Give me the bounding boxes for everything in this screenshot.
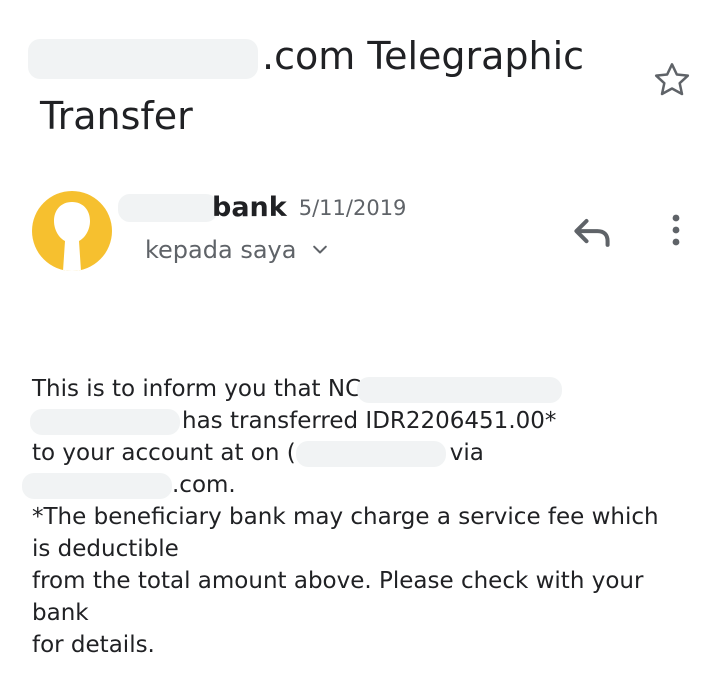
body-text: via	[449, 440, 484, 466]
subject-line-2: Transfer	[40, 94, 193, 138]
body-line: .com.	[22, 469, 692, 501]
body-line: from the total amount above. Please chec…	[32, 568, 644, 594]
person-silhouette-icon	[54, 202, 90, 271]
sender-name[interactable]: bank	[212, 192, 287, 223]
body-text: to your account at on (	[32, 440, 296, 466]
body-line: has transferred IDR2206451.00*	[30, 405, 692, 437]
body-line: *The beneficiary bank may charge a servi…	[32, 504, 659, 530]
star-icon[interactable]	[652, 60, 692, 100]
email-date: 5/11/2019	[298, 195, 407, 220]
recipient-label: kepada saya	[145, 236, 297, 264]
redacted-area	[295, 440, 446, 467]
subject-line-1: .com Telegraphic	[28, 26, 640, 86]
body-line: This is to inform you that NC	[32, 373, 692, 405]
redacted-area	[22, 472, 172, 499]
body-text: This is to inform you that NC	[32, 376, 362, 402]
sender-avatar[interactable]	[32, 191, 112, 271]
body-line: bank	[32, 600, 89, 626]
body-line: is deductible	[32, 536, 179, 562]
email-view: .com Telegraphic Transfer bank 5/11/2019…	[0, 0, 720, 673]
body-line: to your account at on ( via	[32, 437, 692, 469]
body-line: for details.	[32, 632, 155, 658]
body-text: has transferred IDR2206451.00*	[182, 408, 557, 434]
email-body: This is to inform you that NC has transf…	[22, 373, 692, 661]
more-vert-icon[interactable]	[658, 210, 694, 250]
sender-line: bank 5/11/2019	[118, 192, 406, 223]
redacted-area	[28, 38, 258, 79]
redacted-area	[357, 376, 563, 403]
email-subject: .com Telegraphic Transfer	[28, 26, 640, 146]
chevron-down-icon	[313, 245, 328, 254]
redacted-area	[30, 408, 180, 435]
subject-text-1: .com Telegraphic	[262, 34, 585, 78]
redacted-area	[118, 193, 218, 222]
body-text: .com.	[172, 472, 236, 498]
reply-icon[interactable]	[570, 210, 614, 254]
recipient-toggle[interactable]: kepada saya	[145, 236, 330, 264]
